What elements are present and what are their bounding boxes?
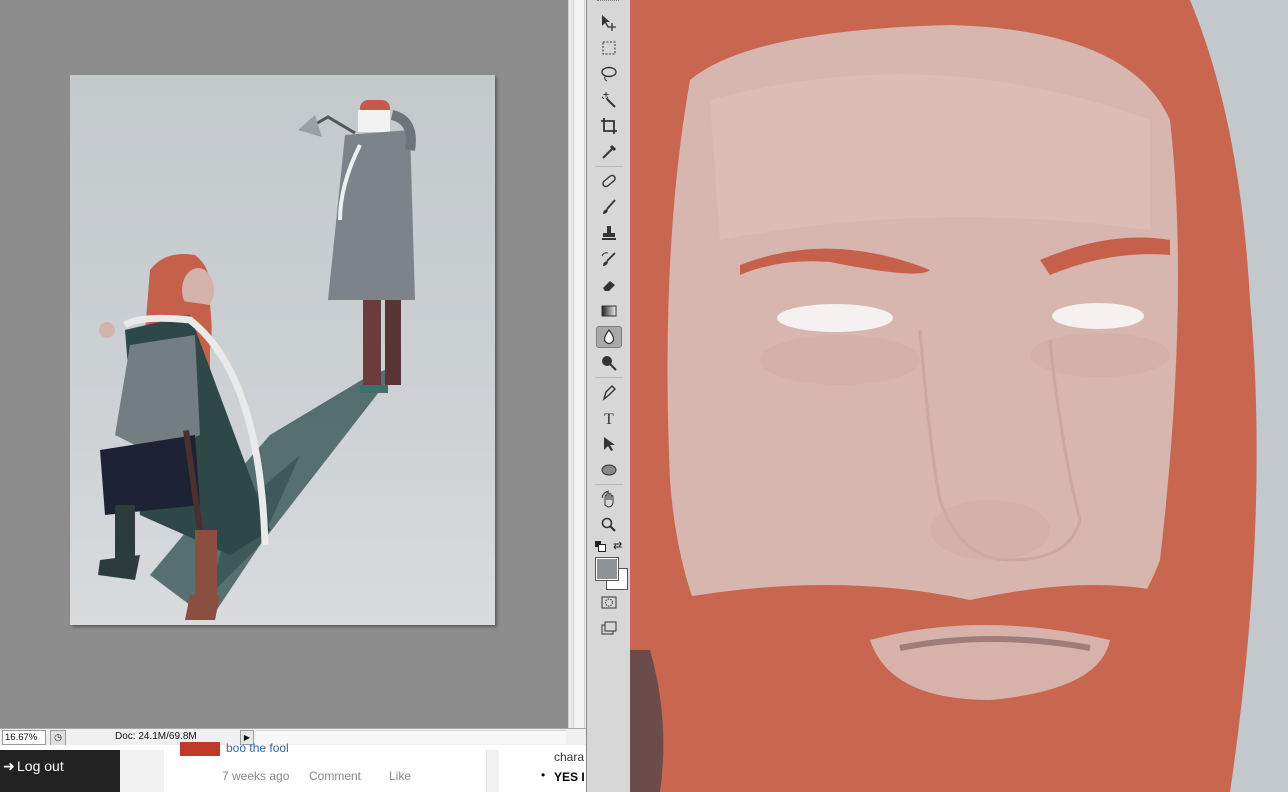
screen-mode-icon [601, 621, 617, 635]
zoomed-face-illustration [630, 0, 1288, 792]
swap-colors-icon[interactable]: ⇄ [613, 539, 622, 552]
zoom-tool[interactable] [596, 514, 622, 536]
clone-stamp-tool[interactable] [596, 222, 622, 244]
pen-tool[interactable] [596, 381, 622, 403]
status-bar: 16.67% ◷ Doc: 24.1M/69.8M ▶ [0, 728, 586, 746]
gradient-tool[interactable] [596, 300, 622, 322]
logout-arrow-icon: ➜ [3, 758, 15, 774]
path-selection-tool[interactable] [596, 433, 622, 455]
quick-mask-button[interactable] [596, 591, 622, 613]
tools-panel: T ⇄ [586, 0, 631, 792]
logout-label: Log out [17, 758, 64, 774]
magic-wand-tool[interactable] [596, 89, 622, 111]
eyedropper-tool[interactable] [596, 141, 622, 163]
gradient-tool-icon [601, 305, 617, 317]
ellipse-tool-icon [601, 464, 617, 476]
brush-tool[interactable] [596, 196, 622, 218]
like-link[interactable]: Like [389, 769, 411, 783]
artwork-illustration [98, 100, 416, 620]
quick-mask-icon [601, 596, 617, 609]
eraser-tool[interactable] [596, 274, 622, 296]
tool-separator [595, 377, 623, 378]
status-info-icon[interactable]: ◷ [50, 730, 66, 746]
crop-tool[interactable] [596, 115, 622, 137]
default-colors-icon[interactable] [595, 541, 606, 552]
commenter-avatar[interactable] [180, 742, 220, 756]
dodge-tool[interactable] [596, 352, 622, 374]
eyedropper-tool-icon [602, 144, 617, 159]
blur-tool[interactable] [596, 326, 622, 348]
logout-button[interactable]: ➜ Log out [0, 750, 120, 792]
tool-separator [595, 484, 623, 485]
type-tool[interactable]: T [596, 407, 622, 429]
marquee-tool-icon [602, 41, 616, 55]
artwork-page[interactable] [70, 75, 495, 625]
web-column-divider [486, 750, 499, 792]
left-vertical-scrollbar[interactable] [568, 0, 587, 728]
rotate-view-tool-icon [601, 490, 614, 508]
document-canvas-left[interactable] [0, 0, 568, 728]
web-snippet-bold: YES I [554, 770, 585, 784]
foreground-color-swatch[interactable] [595, 557, 619, 581]
bullet-icon: • [541, 768, 546, 782]
comment-time: 7 weeks ago [222, 769, 290, 783]
distant-figure [298, 100, 416, 393]
zoom-tool-icon [601, 517, 616, 532]
screen-mode-button[interactable] [596, 617, 622, 639]
document-canvas-right[interactable] [630, 0, 1288, 792]
panel-grip[interactable] [597, 0, 619, 4]
move-tool[interactable] [596, 11, 622, 33]
marquee-tool[interactable] [596, 37, 622, 59]
magic-wand-tool-icon [601, 92, 616, 108]
zoom-level-field[interactable]: 16.67% [2, 730, 46, 745]
web-sidebar-gap [120, 750, 164, 792]
lasso-tool-icon [601, 66, 617, 82]
eraser-tool-icon [603, 281, 615, 291]
left-horizontal-scrollbar[interactable] [256, 730, 566, 744]
svg-text:T: T [604, 411, 614, 427]
history-brush-tool[interactable] [596, 248, 622, 270]
rotate-view-tool[interactable] [596, 488, 622, 510]
document-size-label: Doc: 24.1M/69.8M [115, 731, 197, 742]
ellipse-tool[interactable] [596, 459, 622, 481]
move-tool-icon [602, 15, 616, 31]
web-snippet-text: chara [554, 750, 585, 764]
type-tool-icon: T [604, 411, 614, 427]
clone-stamp-tool-icon [602, 226, 616, 240]
path-selection-tool-icon [604, 437, 615, 451]
pen-tool-icon [602, 385, 616, 401]
healing-brush-tool[interactable] [596, 170, 622, 192]
history-brush-tool-icon [601, 252, 616, 266]
tool-separator [595, 166, 623, 167]
healing-brush-tool-icon [602, 174, 616, 188]
crop-tool-icon [601, 118, 617, 134]
lasso-tool[interactable] [596, 63, 622, 85]
dodge-tool-icon [602, 356, 617, 371]
comment-link[interactable]: Comment [309, 769, 361, 783]
commenter-name-link[interactable]: boo the fool [226, 741, 289, 755]
blur-tool-icon [603, 328, 615, 345]
brush-tool-icon [603, 199, 616, 214]
